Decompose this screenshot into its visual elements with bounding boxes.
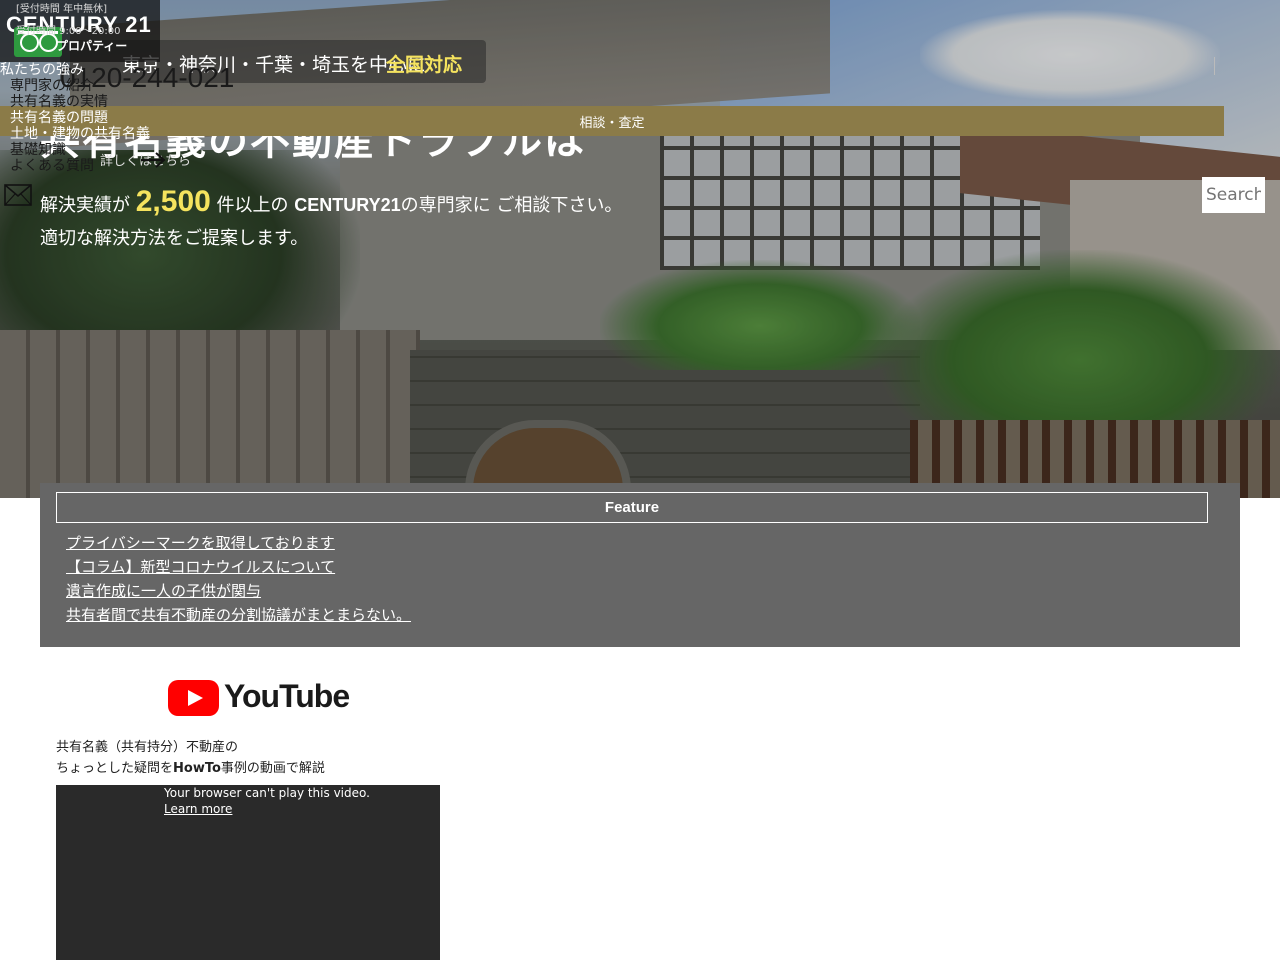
caption-part-howto: HowTo [173, 761, 221, 776]
video-error-text: Your browser can't play this video. [164, 786, 370, 800]
nav-item-basics[interactable]: 基礎知識 [0, 142, 150, 158]
nav-item-strengths[interactable]: 私たちの強み [0, 62, 150, 78]
reception-hours-label: [受付時間 年中無休] [16, 4, 107, 15]
search-input[interactable] [1202, 177, 1265, 213]
feature-link-covid[interactable]: 【コラム】新型コロナウイルスについて [66, 558, 335, 576]
list-item: プライバシーマークを取得しております [66, 532, 411, 556]
hero-subline: 解決実績が 2,500 件以上の CENTURY21の専門家に ご相談下さい。 [40, 185, 622, 219]
feature-title: Feature [56, 492, 1208, 523]
nav-item-situation[interactable]: 共有名義の実情 [0, 94, 150, 110]
nav-item-land-building[interactable]: 土地・建物の共有名義 [0, 126, 150, 142]
youtube-wordmark: YouTube [224, 678, 350, 714]
consult-button[interactable]: 相談・査定 [0, 106, 1224, 136]
feature-link-partition[interactable]: 共有者間で共有不動産の分割協議がまとまらない。 [66, 606, 411, 624]
case-count: 2,500 [135, 185, 211, 218]
list-item: 【コラム】新型コロナウイルスについて [66, 556, 411, 580]
youtube-caption-line1: 共有名義（共有持分）不動産の [56, 740, 239, 755]
nav-item-problems[interactable]: 共有名義の問題 [0, 110, 150, 126]
service-area-highlight: 全国対応 [386, 54, 463, 76]
consult-button-label: 相談・査定 [579, 115, 645, 131]
hero-sub-middle: 件以上の [216, 195, 289, 216]
youtube-logo[interactable]: YouTube [168, 678, 350, 718]
hero-subline-2: 適切な解決方法をご提案します。 [40, 228, 309, 249]
mail-icon[interactable] [4, 184, 32, 206]
learn-more-link[interactable]: Learn more [164, 801, 370, 817]
list-item: 共有者間で共有不動産の分割協議がまとまらない。 [66, 604, 411, 628]
nav-item-faq[interactable]: よくある質問 [0, 158, 150, 174]
caption-part-a: ちょっとした疑問を [56, 761, 174, 776]
feature-link-privacy[interactable]: プライバシーマークを取得しております [66, 534, 335, 552]
hero-sub-brand: CENTURY21 [294, 195, 401, 215]
list-item: 遺言作成に一人の子供が関与 [66, 580, 411, 604]
logo-subtitle: プロパティー [56, 39, 128, 53]
caption-part-c: 事例の動画で解説 [220, 761, 325, 776]
feature-list: プライバシーマークを取得しております 【コラム】新型コロナウイルスについて 遺言… [66, 532, 411, 628]
header-divider [1214, 57, 1215, 75]
youtube-caption-line2: ちょっとした疑問をHowTo事例の動画で解説 [56, 757, 325, 776]
video-player[interactable]: Your browser can't play this video. Lear… [56, 785, 440, 960]
hero-sub-prefix: 解決実績が [40, 195, 130, 216]
reception-hours-time: 受付時間 9:00〜20:00 [16, 26, 121, 37]
youtube-play-icon [168, 680, 219, 716]
hero-sub-suffix: の専門家に ご相談下さい。 [400, 195, 623, 216]
feature-link-will[interactable]: 遺言作成に一人の子供が関与 [66, 582, 261, 600]
feature-section: Feature プライバシーマークを取得しております 【コラム】新型コロナウイル… [40, 483, 1240, 647]
video-error-message: Your browser can't play this video. Lear… [164, 785, 370, 817]
nav-item-experts[interactable]: 専門家の紹介 [0, 78, 150, 94]
main-nav: 私たちの強み 専門家の紹介 共有名義の実情 共有名義の問題 土地・建物の共有名義… [0, 62, 150, 174]
